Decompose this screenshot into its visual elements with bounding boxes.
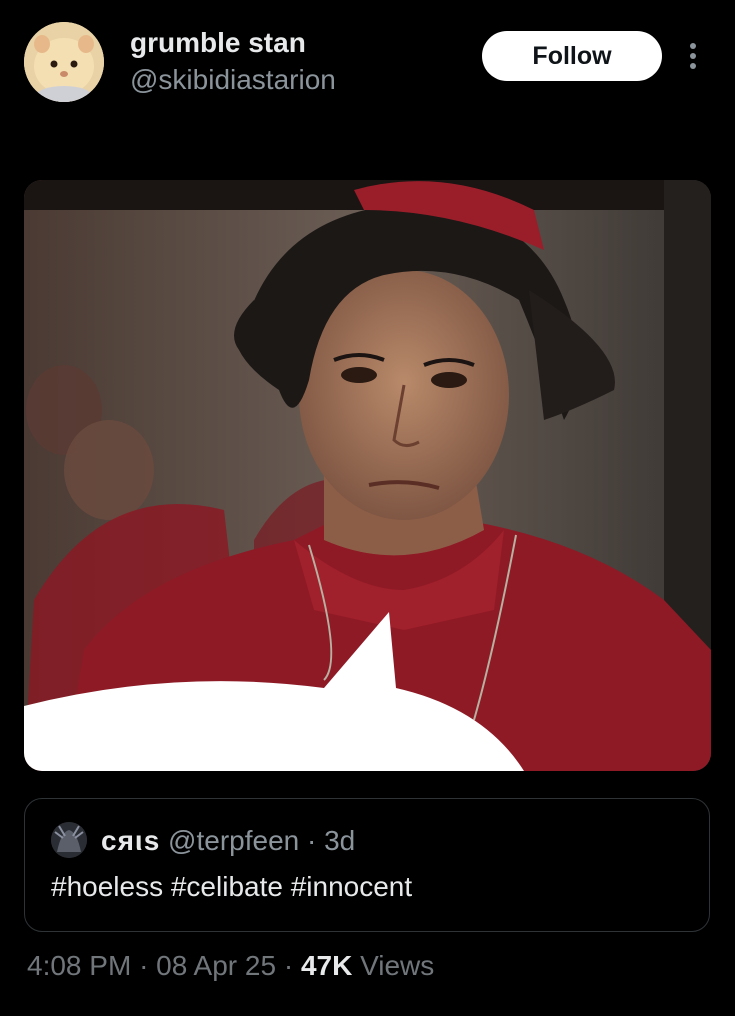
quoted-post-age[interactable]: 3d — [324, 825, 355, 856]
post-header: grumble stan @skibidiastarion Follow — [0, 0, 735, 130]
post-image[interactable] — [24, 180, 711, 771]
dark-creature-avatar-icon — [51, 822, 87, 858]
quoted-separator: · — [307, 825, 317, 856]
post-date[interactable]: 08 Apr 25 — [156, 950, 276, 981]
author-display-name[interactable]: grumble stan — [130, 27, 306, 59]
quoted-author-name[interactable]: cяιs — [101, 825, 160, 856]
footer-separator: · — [283, 950, 294, 981]
post-time[interactable]: 4:08 PM — [27, 950, 131, 981]
post-footer: 4:08 PM · 08 Apr 25 · 47K Views — [27, 950, 434, 982]
cardinal-photo — [24, 180, 711, 771]
quoted-post-meta: cяιs @terpfeen · 3d — [101, 825, 355, 857]
hamster-avatar-icon — [24, 22, 104, 102]
follow-button[interactable]: Follow — [482, 31, 662, 81]
author-avatar[interactable] — [24, 22, 104, 102]
views-label: Views — [360, 950, 435, 981]
more-vertical-icon[interactable] — [682, 40, 704, 74]
quoted-post[interactable]: cяιs @terpfeen · 3d #hoeless #celibate #… — [24, 798, 710, 932]
views-count[interactable]: 47K — [301, 950, 352, 981]
quoted-author-avatar[interactable] — [51, 822, 87, 858]
quoted-post-text: #hoeless #celibate #innocent — [51, 871, 413, 902]
footer-separator: · — [139, 950, 149, 981]
quoted-author-handle[interactable]: @terpfeen — [168, 825, 299, 856]
author-handle[interactable]: @skibidiastarion — [130, 64, 336, 96]
